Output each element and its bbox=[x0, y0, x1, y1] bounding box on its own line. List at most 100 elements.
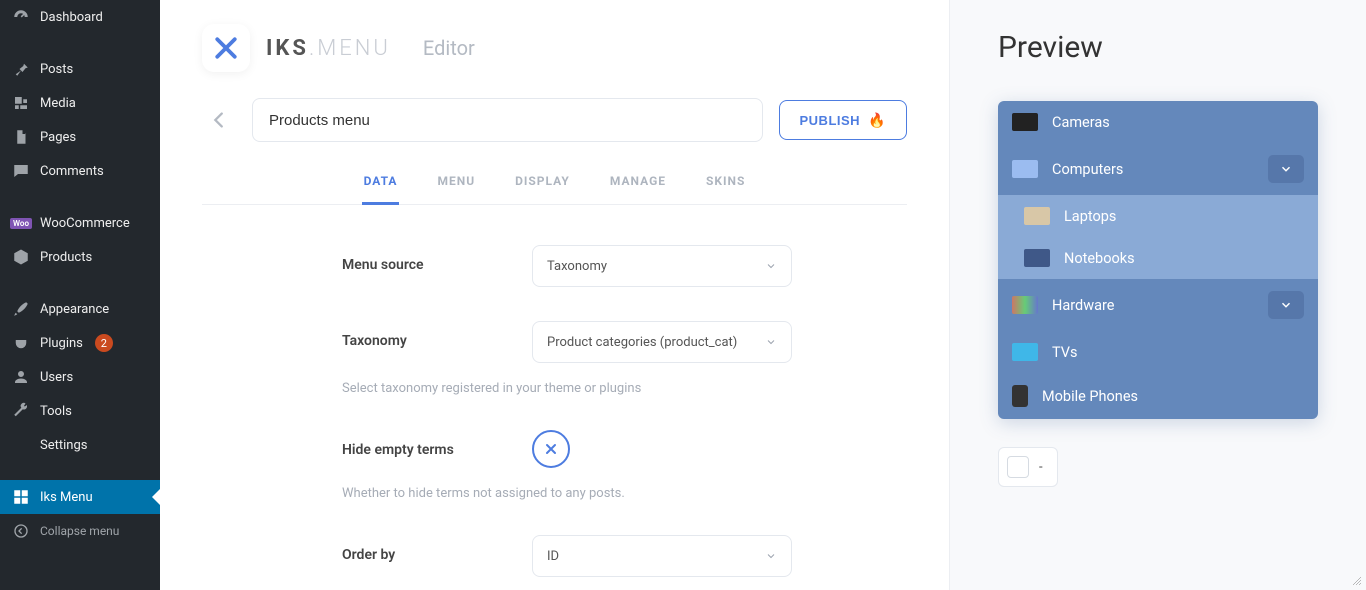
sidebar-item-comments[interactable]: Comments bbox=[0, 154, 160, 188]
field-label: Hide empty terms bbox=[342, 430, 512, 458]
preview-item-label: Computers bbox=[1052, 161, 1123, 178]
preview-menu: Cameras Computers Laptops Notebooks Hard… bbox=[998, 101, 1318, 419]
sidebar-item-media[interactable]: Media bbox=[0, 86, 160, 120]
preview-item-laptops[interactable]: Laptops bbox=[998, 195, 1318, 237]
preview-item-label: TVs bbox=[1052, 344, 1077, 361]
thumbnail-icon bbox=[1012, 296, 1038, 314]
chevron-down-icon bbox=[765, 550, 777, 562]
tab-skins[interactable]: SKINS bbox=[704, 164, 747, 205]
select-value: ID bbox=[547, 549, 559, 564]
sidebar-item-woocommerce[interactable]: Woo WooCommerce bbox=[0, 206, 160, 240]
thumbnail-icon bbox=[1012, 385, 1028, 407]
taxonomy-select[interactable]: Product categories (product_cat) bbox=[532, 321, 792, 363]
sidebar-item-products[interactable]: Products bbox=[0, 240, 160, 274]
field-help: Select taxonomy registered in your theme… bbox=[342, 381, 907, 396]
chevron-down-icon bbox=[765, 260, 777, 272]
main-content: IKS.MENU Editor PUBLISH 🔥 DATA MENU DISP… bbox=[160, 0, 1366, 590]
app-brand-bold: IKS bbox=[266, 36, 309, 61]
sidebar-item-appearance[interactable]: Appearance bbox=[0, 292, 160, 326]
sidebar-item-label: Users bbox=[40, 370, 73, 385]
resize-handle-icon bbox=[1351, 575, 1363, 587]
preview-item-label: Mobile Phones bbox=[1042, 388, 1138, 405]
preview-column: Preview Cameras Computers Laptops Notebo… bbox=[950, 0, 1366, 590]
sidebar-item-label: Tools bbox=[40, 404, 72, 419]
field-help: Whether to hide terms not assigned to an… bbox=[342, 486, 907, 501]
fire-icon: 🔥 bbox=[868, 112, 886, 129]
menu-title-input[interactable] bbox=[252, 98, 763, 142]
thumbnail-icon bbox=[1012, 113, 1038, 131]
comment-icon bbox=[12, 162, 30, 180]
checkbox[interactable] bbox=[1007, 456, 1029, 478]
publish-label: PUBLISH bbox=[800, 113, 861, 128]
publish-button[interactable]: PUBLISH 🔥 bbox=[779, 100, 908, 140]
form-area: Menu source Taxonomy Taxonomy Product ca… bbox=[202, 205, 907, 577]
plug-icon bbox=[12, 334, 30, 352]
preview-item-hardware[interactable]: Hardware bbox=[998, 279, 1318, 331]
sidebar-item-posts[interactable]: Posts bbox=[0, 52, 160, 86]
app-subtitle: Editor bbox=[423, 36, 475, 60]
field-order-by: Order by ID bbox=[342, 535, 907, 577]
field-taxonomy: Taxonomy Product categories (product_cat… bbox=[342, 321, 907, 396]
thumbnail-icon bbox=[1024, 207, 1050, 225]
user-icon bbox=[12, 368, 30, 386]
tab-display[interactable]: DISPLAY bbox=[513, 164, 572, 205]
title-row: PUBLISH 🔥 bbox=[202, 98, 907, 142]
preview-item-computers[interactable]: Computers bbox=[998, 143, 1318, 195]
field-menu-source: Menu source Taxonomy bbox=[342, 245, 907, 287]
sidebar-item-iks-menu[interactable]: Iks Menu bbox=[0, 480, 160, 514]
plugins-update-badge: 2 bbox=[95, 334, 113, 352]
sidebar-item-label: Media bbox=[40, 96, 76, 111]
close-icon bbox=[543, 441, 559, 457]
sidebar-item-label: Comments bbox=[40, 164, 104, 179]
field-hide-empty: Hide empty terms Whether to hide terms n… bbox=[342, 430, 907, 501]
preview-title: Preview bbox=[998, 30, 1318, 65]
preview-footer-control[interactable]: - bbox=[998, 447, 1058, 487]
sidebar-item-dashboard[interactable]: Dashboard bbox=[0, 0, 160, 34]
tab-data[interactable]: DATA bbox=[362, 164, 400, 205]
thumbnail-icon bbox=[1012, 160, 1038, 178]
field-label: Taxonomy bbox=[342, 321, 512, 349]
expand-toggle[interactable] bbox=[1268, 155, 1304, 183]
preview-item-mobile-phones[interactable]: Mobile Phones bbox=[998, 373, 1318, 419]
menu-source-select[interactable]: Taxonomy bbox=[532, 245, 792, 287]
preview-item-tvs[interactable]: TVs bbox=[998, 331, 1318, 373]
sidebar-item-label: Settings bbox=[40, 438, 87, 453]
preview-item-notebooks[interactable]: Notebooks bbox=[998, 237, 1318, 279]
app-name: IKS.MENU bbox=[266, 36, 391, 61]
sidebar-item-label: Appearance bbox=[40, 302, 109, 317]
back-button[interactable] bbox=[202, 103, 236, 137]
pin-icon bbox=[12, 60, 30, 78]
sidebar-item-settings[interactable]: Settings bbox=[0, 428, 160, 462]
sidebar-item-pages[interactable]: Pages bbox=[0, 120, 160, 154]
order-by-select[interactable]: ID bbox=[532, 535, 792, 577]
sidebar-collapse[interactable]: Collapse menu bbox=[0, 514, 160, 548]
sidebar-item-users[interactable]: Users bbox=[0, 360, 160, 394]
tab-manage[interactable]: MANAGE bbox=[608, 164, 668, 205]
chevron-down-icon bbox=[765, 336, 777, 348]
sidebar-item-label: Collapse menu bbox=[40, 524, 119, 538]
preview-item-label: Hardware bbox=[1052, 297, 1114, 314]
media-icon bbox=[12, 94, 30, 112]
sidebar-item-plugins[interactable]: Plugins 2 bbox=[0, 326, 160, 360]
select-value: Taxonomy bbox=[547, 259, 607, 274]
grid-icon bbox=[12, 488, 30, 506]
tab-menu[interactable]: MENU bbox=[435, 164, 477, 205]
sidebar-item-tools[interactable]: Tools bbox=[0, 394, 160, 428]
hide-empty-toggle[interactable] bbox=[532, 430, 570, 468]
sidebar-item-label: Iks Menu bbox=[40, 490, 93, 505]
sidebar-item-label: Plugins bbox=[40, 336, 83, 351]
pages-icon bbox=[12, 128, 30, 146]
field-label: Menu source bbox=[342, 245, 512, 273]
thumbnail-icon bbox=[1024, 249, 1050, 267]
wrench-icon bbox=[12, 402, 30, 420]
expand-toggle[interactable] bbox=[1268, 291, 1304, 319]
thumbnail-icon bbox=[1012, 343, 1038, 361]
preview-footer-text: - bbox=[1039, 460, 1043, 475]
preview-item-cameras[interactable]: Cameras bbox=[998, 101, 1318, 143]
brush-icon bbox=[12, 300, 30, 318]
woocommerce-icon: Woo bbox=[12, 214, 30, 232]
sidebar-item-label: Pages bbox=[40, 130, 76, 145]
app-brand-thin: .MENU bbox=[309, 36, 391, 61]
app-header: IKS.MENU Editor bbox=[202, 24, 907, 72]
sidebar-item-label: WooCommerce bbox=[40, 216, 130, 231]
